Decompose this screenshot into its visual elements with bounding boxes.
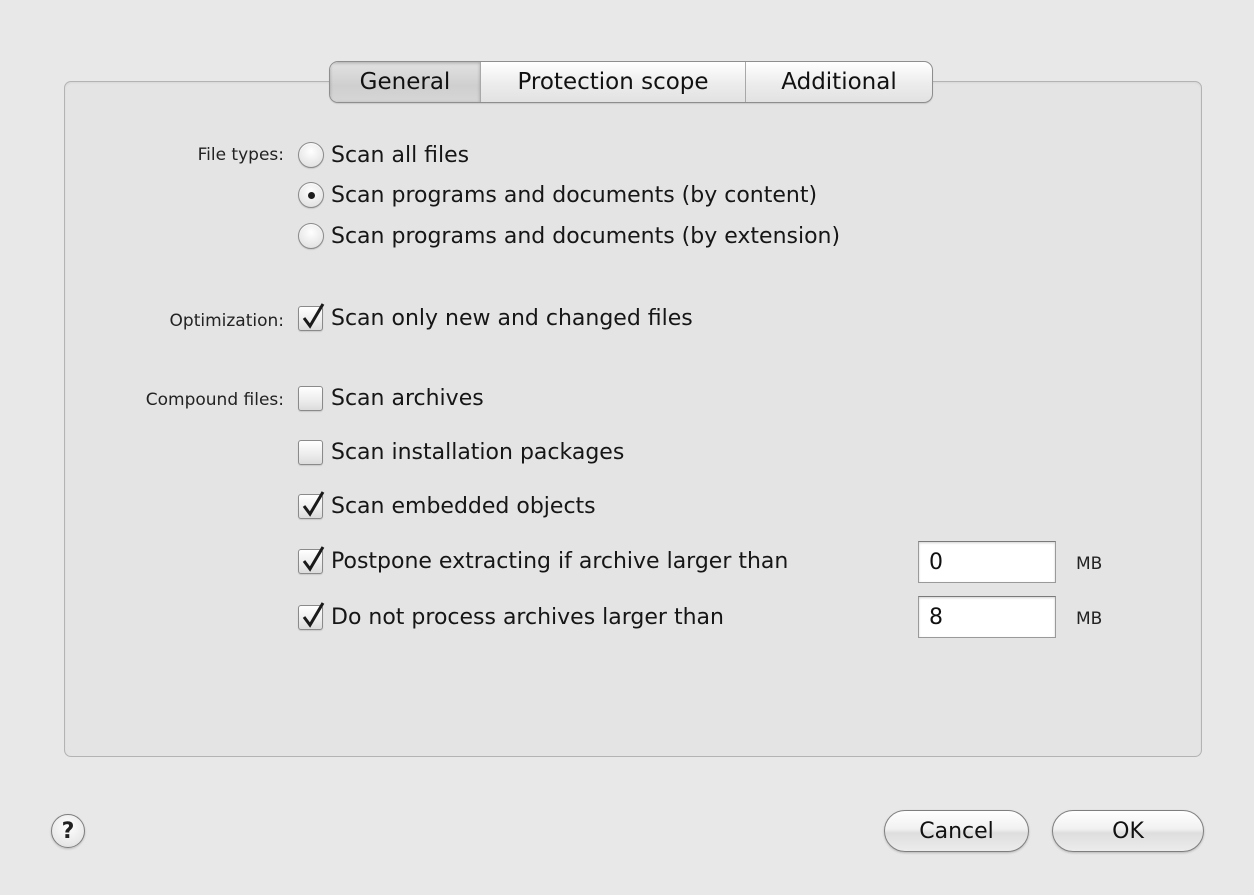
checkbox-postpone-extracting[interactable]: Postpone extracting if archive larger th… (298, 546, 789, 574)
checkbox[interactable] (298, 303, 325, 331)
tab-general[interactable]: General (330, 62, 481, 102)
cancel-button[interactable]: Cancel (884, 810, 1029, 852)
settings-dialog: General Protection scope Additional File… (0, 0, 1254, 895)
checkbox[interactable] (298, 602, 325, 630)
radio-label: Scan all files (331, 142, 470, 168)
radio-scan-by-content[interactable]: Scan programs and documents (by content) (298, 182, 817, 208)
file-types-label: File types: (197, 145, 284, 165)
ok-button[interactable]: OK (1052, 810, 1204, 852)
compound-files-label: Compound files: (145, 390, 284, 410)
checkbox-label: Postpone extracting if archive larger th… (331, 549, 789, 574)
radio-label: Scan programs and documents (by content) (331, 182, 818, 208)
checkmark-icon (302, 303, 325, 329)
optimization-label: Optimization: (169, 311, 284, 331)
checkbox-label: Scan only new and changed files (331, 306, 693, 331)
checkbox-label: Do not process archives larger than (331, 605, 724, 630)
checkbox-do-not-process-archives[interactable]: Do not process archives larger than (298, 602, 724, 630)
checkmark-icon (302, 491, 325, 517)
checkmark-icon (302, 546, 325, 572)
checkbox-scan-archives[interactable]: Scan archives (298, 386, 484, 411)
checkmark-icon (302, 602, 325, 628)
max-archive-size-unit: MB (1076, 609, 1103, 629)
tab-bar: General Protection scope Additional (329, 61, 933, 103)
radio-button[interactable] (298, 182, 324, 208)
tab-protection-scope[interactable]: Protection scope (481, 62, 746, 102)
postpone-size-unit: MB (1076, 554, 1103, 574)
checkbox[interactable] (298, 386, 323, 411)
checkbox-label: Scan installation packages (331, 440, 625, 465)
checkbox[interactable] (298, 491, 325, 519)
postpone-size-input[interactable]: 0 (918, 541, 1056, 583)
checkbox-scan-embedded-objects[interactable]: Scan embedded objects (298, 491, 596, 519)
radio-label: Scan programs and documents (by extensio… (331, 223, 841, 249)
radio-button[interactable] (298, 223, 324, 249)
checkbox-label: Scan embedded objects (331, 494, 596, 519)
radio-scan-by-extension[interactable]: Scan programs and documents (by extensio… (298, 223, 840, 249)
help-button[interactable]: ? (51, 814, 85, 848)
checkbox[interactable] (298, 546, 325, 574)
checkbox-scan-new-changed[interactable]: Scan only new and changed files (298, 303, 693, 331)
radio-scan-all-files[interactable]: Scan all files (298, 142, 469, 168)
checkbox[interactable] (298, 440, 323, 465)
max-archive-size-input[interactable]: 8 (918, 596, 1056, 638)
checkbox-label: Scan archives (331, 386, 484, 411)
tab-additional[interactable]: Additional (746, 62, 932, 102)
checkbox-scan-installation-packages[interactable]: Scan installation packages (298, 440, 624, 465)
radio-button[interactable] (298, 142, 324, 168)
